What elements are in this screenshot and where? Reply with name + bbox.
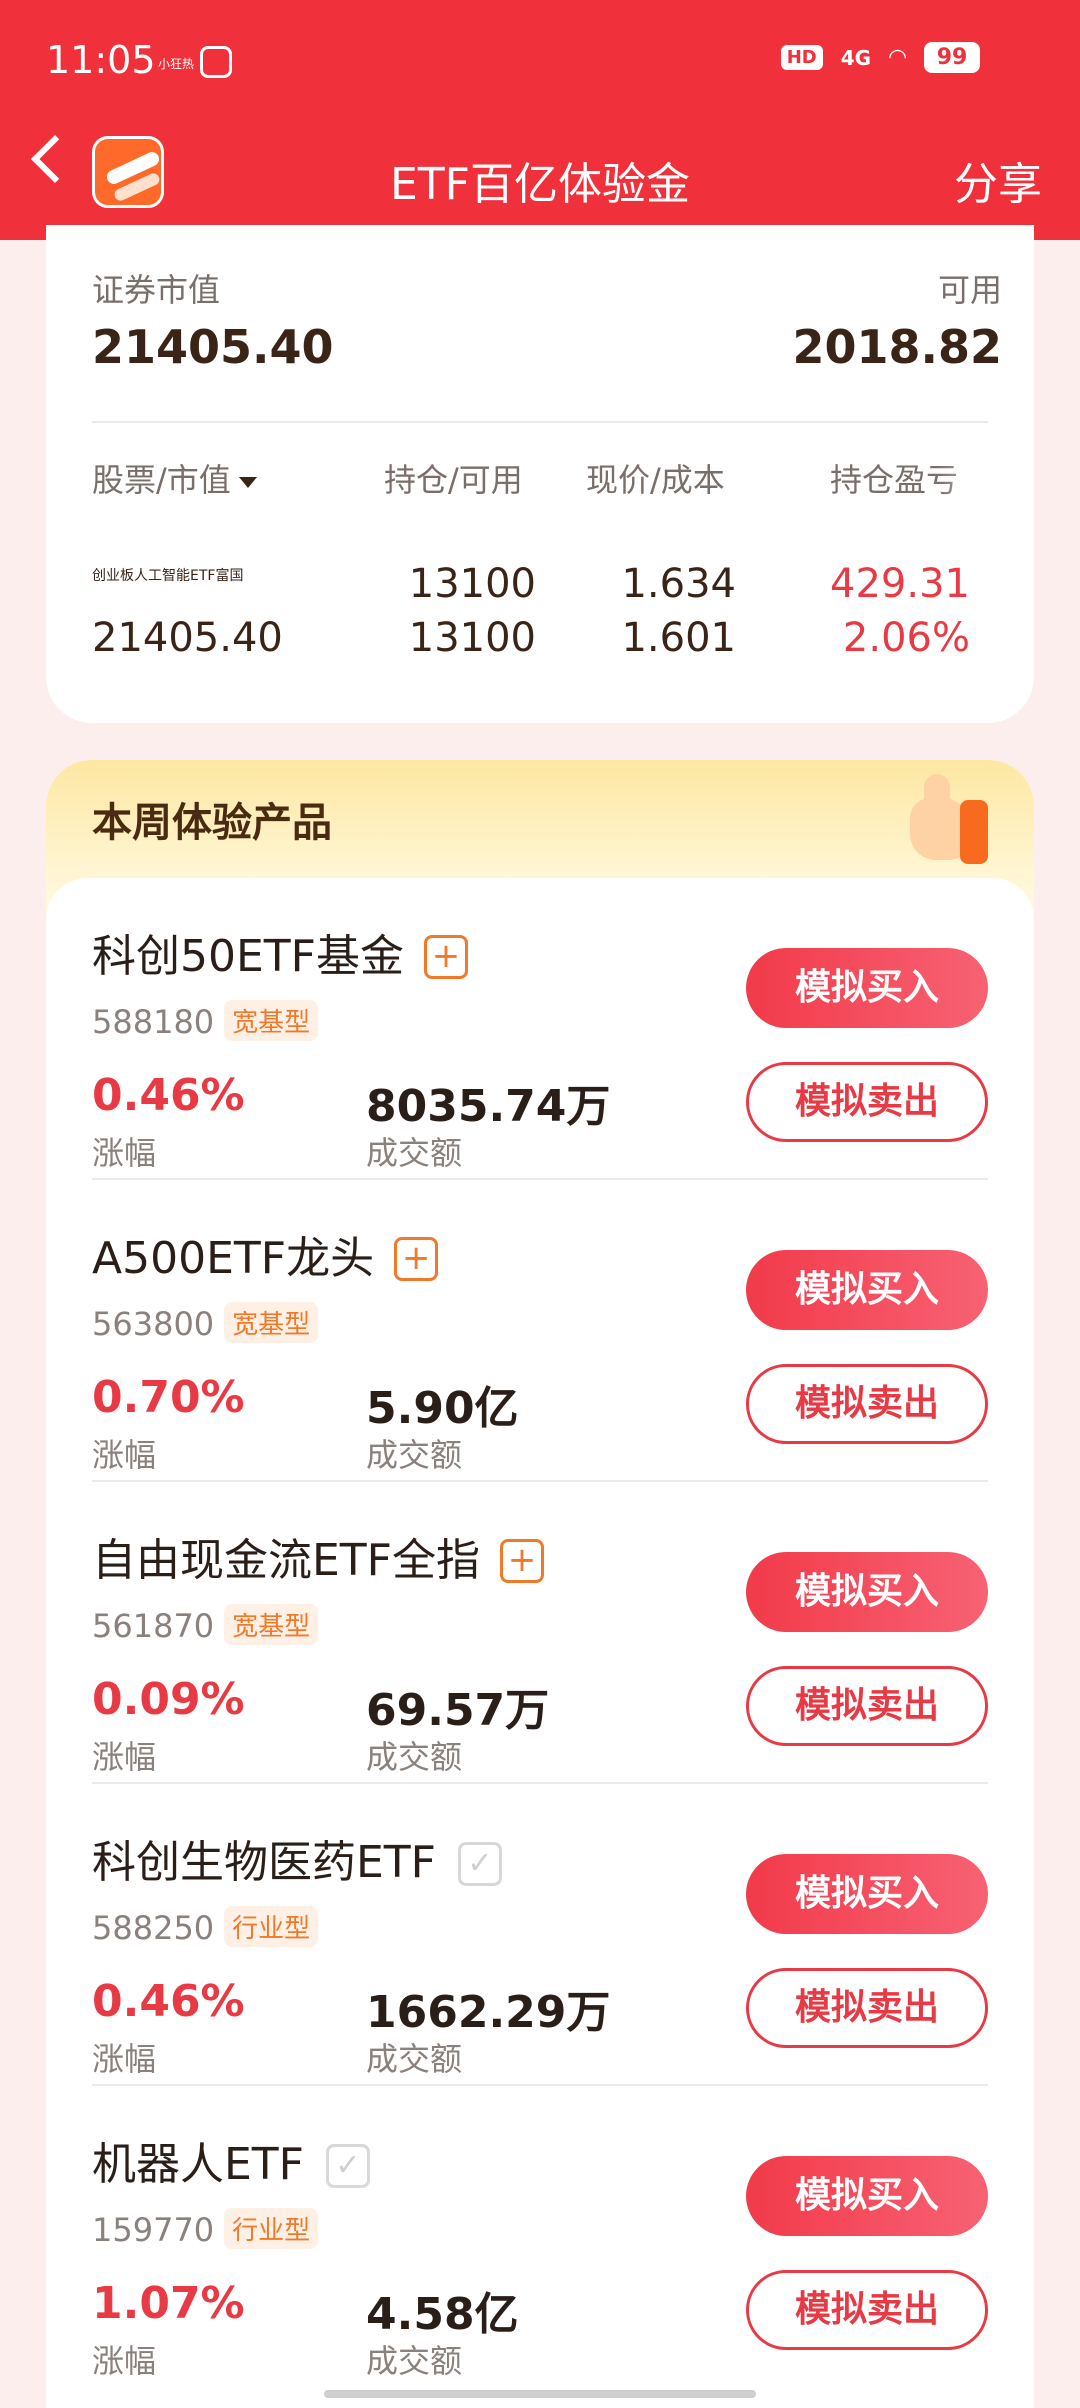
- check-icon[interactable]: ✓: [326, 2144, 370, 2188]
- product-name: 自由现金流ETF全指: [92, 1535, 480, 1586]
- holding-cost: 1.601: [621, 615, 736, 661]
- product-item[interactable]: 科创50ETF基金 + 588180 宽基型 0.46% 涨幅 8035.74万 成…: [46, 878, 1034, 1180]
- simulate-buy-button[interactable]: 模拟买入: [746, 1854, 988, 1934]
- change-label: 涨幅: [92, 1738, 157, 1776]
- change-value: 0.46%: [92, 1976, 245, 2027]
- market-value: 21405.40: [92, 320, 334, 374]
- signal-icon: 4G: [840, 45, 872, 70]
- product-code: 588180: [92, 1003, 215, 1041]
- simulate-sell-button[interactable]: 模拟卖出: [746, 1968, 988, 2048]
- holding-available: 13100: [408, 615, 536, 661]
- simulate-sell-button[interactable]: 模拟卖出: [746, 1666, 988, 1746]
- product-name: A500ETF龙头: [92, 1233, 375, 1284]
- simulate-sell-button[interactable]: 模拟卖出: [746, 2270, 988, 2350]
- product-item[interactable]: 自由现金流ETF全指 + 561870 宽基型 0.09% 涨幅 69.57万 成交…: [46, 1482, 1034, 1784]
- column-header-price: 现价/成本: [586, 461, 725, 499]
- column-header-stock[interactable]: 股票/市值: [92, 455, 257, 501]
- holding-market-value: 21405.40: [92, 615, 283, 661]
- notification-icon: [200, 46, 232, 78]
- volume-label: 成交额: [366, 2342, 463, 2380]
- volume-value: 1662.29万: [366, 1987, 611, 2038]
- product-code: 561870: [92, 1607, 215, 1645]
- product-item[interactable]: 机器人ETF ✓ 159770 行业型 1.07% 涨幅 4.58亿 成交额 模拟买…: [46, 2086, 1034, 2388]
- change-label: 涨幅: [92, 1134, 157, 1172]
- top-bar: 11:05 小狂热 HD 4G ◠ 99 ETF百亿体验金 分享: [0, 0, 1080, 240]
- volume-label: 成交额: [366, 1738, 463, 1776]
- change-value: 0.70%: [92, 1372, 245, 1423]
- simulate-buy-button[interactable]: 模拟买入: [746, 2156, 988, 2236]
- thumbs-up-icon: [900, 774, 1000, 884]
- product-code: 159770: [92, 2211, 215, 2249]
- volume-label: 成交额: [366, 1436, 463, 1474]
- market-value-label: 证券市值: [92, 271, 221, 309]
- product-tag: 行业型: [224, 2208, 319, 2249]
- page-title: ETF百亿体验金: [390, 159, 690, 210]
- status-indicators: HD 4G ◠ 99: [780, 42, 980, 73]
- product-name: 机器人ETF: [92, 2139, 304, 2190]
- change-value: 0.09%: [92, 1674, 245, 1725]
- change-label: 涨幅: [92, 2040, 157, 2078]
- simulate-buy-button[interactable]: 模拟买入: [746, 948, 988, 1028]
- simulate-sell-button[interactable]: 模拟卖出: [746, 1062, 988, 1142]
- available-value: 2018.82: [792, 320, 1002, 374]
- battery-icon: 99: [924, 42, 980, 73]
- wifi-icon: ◠: [889, 45, 906, 70]
- product-name: 科创生物医药ETF: [92, 1837, 436, 1888]
- products-section: 本周体验产品 科创50ETF基金 + 588180 宽基型 0.46% 涨幅 803…: [46, 760, 1034, 2408]
- available-label: 可用: [937, 271, 1002, 309]
- product-item[interactable]: A500ETF龙头 + 563800 宽基型 0.70% 涨幅 5.90亿 成交额 …: [46, 1180, 1034, 1482]
- simulate-buy-button[interactable]: 模拟买入: [746, 1250, 988, 1330]
- sort-icon: [238, 476, 257, 488]
- volume-value: 8035.74万: [366, 1081, 611, 1132]
- column-header-label: 股票/市值: [92, 461, 231, 499]
- share-button[interactable]: 分享: [954, 148, 1042, 212]
- section-title: 本周体验产品: [92, 790, 338, 848]
- product-code: 588250: [92, 1909, 215, 1947]
- holding-name: 创业板人工智能ETF富国: [92, 568, 244, 584]
- volume-label: 成交额: [366, 1134, 463, 1172]
- product-tag: 宽基型: [224, 1302, 319, 1343]
- status-time: 11:05: [46, 38, 156, 82]
- change-label: 涨幅: [92, 2342, 157, 2380]
- product-tag: 宽基型: [224, 1604, 319, 1645]
- home-indicator[interactable]: [324, 2390, 756, 2398]
- divider: [92, 421, 988, 423]
- product-tag: 行业型: [224, 1906, 319, 1947]
- volume-value: 5.90亿: [366, 1383, 519, 1434]
- simulate-sell-button[interactable]: 模拟卖出: [746, 1364, 988, 1444]
- holding-pnl: 429.31: [830, 561, 970, 607]
- volume-value: 69.57万: [366, 1685, 550, 1736]
- product-code: 563800: [92, 1305, 215, 1343]
- holding-position: 13100: [408, 561, 536, 607]
- volume-value: 4.58亿: [366, 2289, 519, 2340]
- add-icon[interactable]: +: [423, 935, 468, 979]
- volume-label: 成交额: [366, 2040, 463, 2078]
- hd-icon: HD: [780, 45, 823, 70]
- status-app-label: 小狂热: [158, 57, 195, 71]
- product-list: 科创50ETF基金 + 588180 宽基型 0.46% 涨幅 8035.74万 成…: [46, 878, 1034, 2408]
- change-label: 涨幅: [92, 1436, 157, 1474]
- check-icon[interactable]: ✓: [458, 1842, 502, 1886]
- change-value: 1.07%: [92, 2278, 245, 2329]
- product-name: 科创50ETF基金: [92, 931, 404, 982]
- add-icon[interactable]: +: [500, 1539, 544, 1583]
- holding-pnl-pct: 2.06%: [842, 615, 970, 661]
- simulate-buy-button[interactable]: 模拟买入: [746, 1552, 988, 1632]
- product-tag: 宽基型: [224, 1000, 319, 1041]
- column-header-pnl: 持仓盈亏: [830, 455, 1010, 501]
- holding-price: 1.634: [621, 561, 736, 607]
- add-icon[interactable]: +: [394, 1237, 439, 1281]
- holdings-card: 证券市值 21405.40 可用 2018.82 股票/市值 持仓/可用 现价/…: [46, 225, 1034, 723]
- product-item[interactable]: 科创生物医药ETF ✓ 588250 行业型 0.46% 涨幅 1662.29万 成…: [46, 1784, 1034, 2086]
- change-value: 0.46%: [92, 1070, 245, 1121]
- column-header-position: 持仓/可用: [384, 461, 523, 499]
